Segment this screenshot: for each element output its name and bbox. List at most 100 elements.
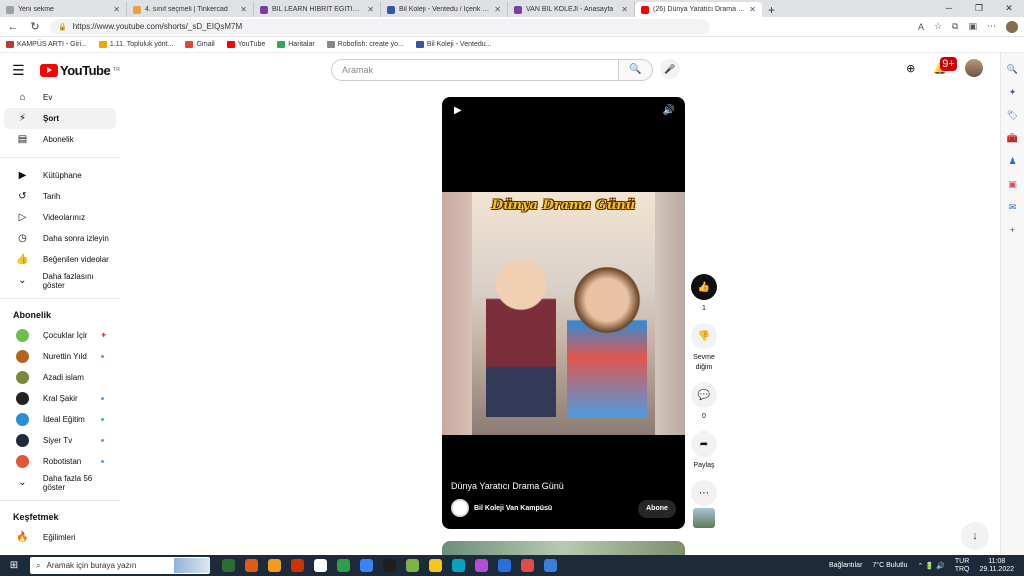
search-icon[interactable]: 🔍	[1001, 64, 1024, 75]
sidebar-item[interactable]: ↺ Tarih	[4, 186, 116, 207]
taskbar-app-icon[interactable]	[314, 559, 327, 572]
games-icon[interactable]: ♟	[1001, 156, 1024, 167]
subscription-item[interactable]: Çocuklar İçin Oy... ✚	[4, 325, 116, 346]
short-title[interactable]: Dünya Yaratıcı Drama Günü	[451, 481, 564, 491]
tab-close-icon[interactable]: ✕	[621, 5, 628, 14]
subscription-item[interactable]: Kral Şakir	[4, 388, 116, 409]
network-label[interactable]: Bağlantılar	[829, 562, 862, 569]
outlook-icon[interactable]: ✉	[1001, 202, 1024, 213]
browser-tab[interactable]: 4. sınıf seçmeli | Tinkercad ✕	[127, 2, 254, 17]
subscription-item[interactable]: Siyer Tv	[4, 430, 116, 451]
bookmark-item[interactable]: Haritalar	[277, 41, 315, 48]
account-avatar[interactable]	[965, 59, 983, 77]
clock[interactable]: 11:08 29.11.2022	[979, 558, 1014, 574]
bookmark-item[interactable]: Robofish: create yo...	[326, 41, 404, 48]
taskbar-search[interactable]: ⌕ Aramak için buraya yazın	[30, 557, 210, 574]
taskbar-app-icon[interactable]	[291, 559, 304, 572]
sidebar-item[interactable]: ▤ Abonelik	[4, 129, 116, 150]
more-actions-button[interactable]: ⋯	[691, 480, 717, 506]
youtube-logo[interactable]: YouTube TR	[40, 63, 120, 78]
tray-icons[interactable]: ⌃ 🔋 🔊	[918, 562, 945, 570]
bookmark-item[interactable]: Gmail	[185, 41, 215, 48]
tab-close-icon[interactable]: ✕	[494, 5, 501, 14]
extensions-icon[interactable]: ⧉	[952, 21, 958, 32]
short-video-player[interactable]: ▶ 🔊 Dünya Drama Günü Dünya Yaratıcı Dram…	[442, 97, 685, 529]
tools-icon[interactable]: 🧰	[1001, 133, 1024, 144]
more-icon[interactable]: ⋯	[987, 21, 996, 32]
volume-icon[interactable]: 🔊	[663, 105, 675, 116]
voice-search-button[interactable]: 🎤	[660, 59, 680, 79]
weather-label[interactable]: 7°C Bulutlu	[872, 562, 907, 569]
shopping-icon[interactable]: 🏷	[1001, 110, 1024, 121]
subscription-item[interactable]: Azadi islam	[4, 367, 116, 388]
taskbar-app-icon[interactable]	[429, 559, 442, 572]
profile-avatar[interactable]	[1006, 20, 1018, 33]
bookmark-item[interactable]: 1.11. Topluluk yönt...	[98, 41, 173, 48]
bookmark-item[interactable]: KAMPÜS ARTI - Giri...	[6, 41, 87, 48]
restore-icon[interactable]: ❐	[964, 0, 994, 17]
search-input[interactable]: Aramak	[331, 59, 620, 81]
favorite-star-icon[interactable]: ☆	[934, 21, 942, 32]
taskbar-app-icon[interactable]	[475, 559, 488, 572]
close-window-icon[interactable]: ✕	[994, 0, 1024, 17]
create-video-icon[interactable]: ⊕	[906, 62, 915, 75]
subscription-item[interactable]: İdeal Eğitim Vakfı	[4, 409, 116, 430]
notifications-button[interactable]: 🔔9+	[933, 56, 957, 75]
channel-info[interactable]: Bil Koleji Van Kampüsü	[451, 499, 552, 517]
browser-tab[interactable]: Bil Koleji - Ventedu / İçerik Yönet...✕	[381, 2, 508, 17]
collections-icon[interactable]: ▣	[968, 21, 977, 32]
add-icon[interactable]: +	[1001, 225, 1024, 235]
minimize-icon[interactable]: ─	[934, 0, 964, 17]
taskbar-app-icon[interactable]	[406, 559, 419, 572]
taskbar-app-icon[interactable]	[521, 559, 534, 572]
taskbar-app-icon[interactable]	[268, 559, 281, 572]
url-field[interactable]: 🔒 https://www.youtube.com/shorts/_sD_EIQ…	[50, 19, 710, 34]
taskbar-app-icon[interactable]	[498, 559, 511, 572]
menu-icon[interactable]: ☰	[12, 62, 32, 79]
windows-start-icon[interactable]: ⊞	[6, 560, 22, 571]
sidebar-item[interactable]: ▶ Kütüphane	[4, 165, 116, 186]
sound-thumbnail[interactable]	[693, 508, 715, 528]
share-button[interactable]: ➦	[691, 431, 717, 457]
taskbar-app-icon[interactable]	[222, 559, 235, 572]
comments-button[interactable]: 💬	[691, 382, 717, 408]
bookmark-item[interactable]: YouTube	[226, 41, 265, 48]
play-icon[interactable]: ▶	[454, 105, 462, 116]
sidebar-item[interactable]: 👍 Beğenilen videolar	[4, 249, 116, 270]
tab-close-icon[interactable]: ✕	[113, 5, 120, 14]
subscribe-button[interactable]: Abone	[638, 500, 676, 518]
new-tab-button[interactable]: +	[762, 3, 781, 17]
channel-name[interactable]: Bil Koleji Van Kampüsü	[474, 505, 552, 512]
taskbar-app-icon[interactable]	[383, 559, 396, 572]
sidebar-item[interactable]: ⚡ Şort	[4, 108, 116, 129]
taskbar-app-icon[interactable]	[360, 559, 373, 572]
sidebar-item[interactable]: ▷ Videolarınız	[4, 207, 116, 228]
read-aloud-icon[interactable]: A	[918, 22, 924, 32]
sidebar-item[interactable]: ◷ Daha sonra izleyin	[4, 228, 116, 249]
dislike-button[interactable]: 👎	[691, 323, 717, 349]
browser-tab[interactable]: (26) Dünya Yaratıcı Drama Günü ✕	[635, 2, 762, 17]
like-button[interactable]: 👍	[691, 274, 717, 300]
reload-icon[interactable]: ↻	[28, 20, 42, 33]
channel-avatar[interactable]	[451, 499, 469, 517]
taskbar-app-icon[interactable]	[544, 559, 557, 572]
sidebar-item[interactable]: ⌂ Ev	[4, 87, 116, 108]
browser-tab[interactable]: VAN BİL KOLEJİ - Anasayfa ✕	[508, 2, 635, 17]
search-button[interactable]: 🔍	[619, 59, 653, 81]
language-indicator[interactable]: TUR TRQ	[955, 558, 970, 574]
taskbar-app-icon[interactable]	[452, 559, 465, 572]
sidebar-item[interactable]: ⌄ Daha fazlasını göster	[4, 270, 116, 291]
show-more-subscriptions[interactable]: ⌄ Daha fazla 56 göster	[4, 472, 116, 493]
sidebar-item[interactable]: 🔥 Eğilimleri	[4, 527, 116, 548]
office-icon[interactable]: ▣	[1001, 179, 1024, 190]
tab-close-icon[interactable]: ✕	[367, 5, 374, 14]
subscription-item[interactable]: Robotistan	[4, 451, 116, 472]
taskbar-app-icon[interactable]	[245, 559, 258, 572]
browser-tab[interactable]: Yeni sekme ✕	[0, 2, 127, 17]
tab-close-icon[interactable]: ✕	[240, 5, 247, 14]
back-icon[interactable]: ←	[6, 21, 20, 33]
subscription-item[interactable]: Nurettin Yıldız	[4, 346, 116, 367]
tab-close-icon[interactable]: ✕	[749, 5, 756, 14]
browser-tab[interactable]: BİL LEARN HİBRİT EĞİTİM PLATF... ✕	[254, 2, 381, 17]
next-video-button[interactable]: ↓	[961, 522, 989, 550]
